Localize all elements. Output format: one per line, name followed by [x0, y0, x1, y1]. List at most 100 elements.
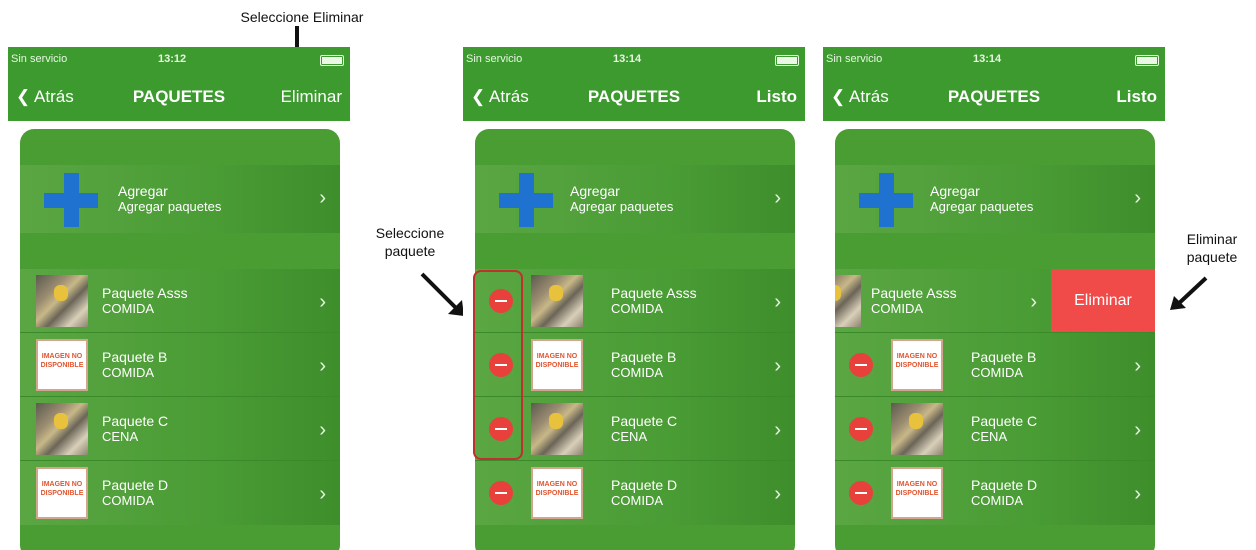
delete-minus-icon[interactable] [849, 353, 873, 377]
chevron-right-icon: › [1134, 483, 1141, 505]
package-type: COMIDA [611, 493, 663, 508]
carrier-label: Sin servicio [11, 53, 68, 65]
annotation-line: paquete [384, 243, 436, 259]
package-name: Paquete C [611, 413, 678, 429]
package-row[interactable]: Paquete C CENA › [835, 397, 1155, 461]
package-row-swiped[interactable]: Paquete Asss COMIDA › Eliminar [835, 269, 1155, 333]
food-photo-thumbnail [36, 403, 88, 455]
package-row[interactable]: IMAGEN NO DISPONIBLE Paquete B COMIDA › [475, 333, 795, 397]
package-text: Paquete B COMIDA [611, 349, 676, 381]
package-text: Paquete D COMIDA [971, 477, 1037, 509]
carrier-label: Sin servicio [466, 53, 523, 65]
package-text: Paquete C CENA [611, 413, 677, 445]
package-row[interactable]: Paquete Asss COMIDA › [20, 269, 340, 333]
add-row-title: Agregar [570, 183, 620, 199]
annotation-delete-package: Eliminar paquete [1168, 230, 1256, 266]
annotation-line: Seleccione [375, 225, 445, 241]
package-type: COMIDA [971, 365, 1023, 380]
package-row[interactable]: IMAGEN NO DISPONIBLE Paquete B COMIDA › [20, 333, 340, 397]
package-text: Paquete Asss COMIDA [102, 285, 188, 317]
no-image-thumbnail: IMAGEN NO DISPONIBLE [891, 467, 943, 519]
food-photo-thumbnail [835, 275, 861, 327]
arrow-left-diagonal-icon [1170, 276, 1208, 310]
package-name: Paquete D [611, 477, 678, 493]
chevron-right-icon: › [319, 355, 326, 377]
annotation-line: Eliminar [1186, 231, 1238, 247]
done-button[interactable]: Listo [756, 87, 797, 107]
delete-minus-icon[interactable] [849, 481, 873, 505]
chevron-right-icon: › [774, 483, 781, 505]
package-name: Paquete Asss [102, 285, 188, 301]
food-photo-thumbnail [531, 403, 583, 455]
battery-icon [775, 55, 799, 66]
add-package-row[interactable]: Agregar Agregar paquetes › [835, 165, 1155, 233]
annotation-line: paquete [1186, 249, 1238, 265]
package-row[interactable]: Paquete C CENA › [475, 397, 795, 461]
package-text: Paquete D COMIDA [102, 477, 168, 509]
plus-icon [499, 173, 553, 227]
page-title: PAQUETES [947, 87, 1041, 106]
clock-label: 13:12 [158, 53, 187, 65]
package-row[interactable]: Paquete Asss COMIDA › [475, 269, 795, 333]
package-type: COMIDA [102, 493, 154, 508]
screen-list: Sin servicio 13:12 ❮ Atrás PAQUETES Elim… [8, 47, 350, 550]
package-type: COMIDA [611, 301, 663, 316]
food-photo-thumbnail [891, 403, 943, 455]
done-button[interactable]: Listo [1116, 87, 1157, 107]
delete-minus-icon[interactable] [489, 481, 513, 505]
page-title: PAQUETES [587, 87, 681, 106]
food-photo-thumbnail [531, 275, 583, 327]
package-name: Paquete B [971, 349, 1037, 365]
add-row-subtitle: Agregar paquetes [570, 199, 674, 214]
package-name: Paquete B [611, 349, 677, 365]
status-bar: Sin servicio 13:14 [463, 47, 805, 75]
selection-highlight [473, 270, 523, 460]
carrier-label: Sin servicio [826, 53, 883, 65]
battery-icon [1135, 55, 1159, 66]
nav-bar: ❮ Atrás PAQUETES Eliminar [8, 75, 350, 121]
status-bar: Sin servicio 13:12 [8, 47, 350, 75]
chevron-right-icon: › [774, 419, 781, 441]
package-text: Paquete B COMIDA [102, 349, 167, 381]
package-text: Paquete Asss COMIDA [871, 285, 957, 317]
chevron-right-icon: › [774, 355, 781, 377]
package-name: Paquete D [971, 477, 1038, 493]
clock-label: 13:14 [973, 53, 1002, 65]
package-type: COMIDA [871, 301, 923, 316]
package-type: CENA [611, 429, 648, 444]
chevron-right-icon: › [319, 291, 326, 313]
delete-minus-icon[interactable] [849, 417, 873, 441]
package-text: Paquete C CENA [102, 413, 168, 445]
add-row-text: Agregar Agregar paquetes [930, 183, 1033, 215]
package-row[interactable]: IMAGEN NO DISPONIBLE Paquete D COMIDA › [475, 461, 795, 525]
package-row[interactable]: IMAGEN NO DISPONIBLE Paquete B COMIDA › [835, 333, 1155, 397]
package-name: Paquete Asss [871, 285, 957, 301]
package-type: COMIDA [102, 301, 154, 316]
package-row[interactable]: Paquete C CENA › [20, 397, 340, 461]
no-image-thumbnail: IMAGEN NO DISPONIBLE [36, 339, 88, 391]
no-image-thumbnail: IMAGEN NO DISPONIBLE [36, 467, 88, 519]
plus-icon [859, 173, 913, 227]
add-package-row[interactable]: Agregar Agregar paquetes › [475, 165, 795, 233]
add-package-row[interactable]: Agregar Agregar paquetes › [20, 165, 340, 233]
status-bar: Sin servicio 13:14 [823, 47, 1165, 75]
package-type: CENA [102, 429, 139, 444]
plus-icon [44, 173, 98, 227]
chevron-right-icon: › [319, 187, 326, 209]
chevron-right-icon: › [774, 291, 781, 313]
package-name: Paquete C [971, 413, 1038, 429]
chevron-right-icon: › [1030, 291, 1037, 313]
add-row-subtitle: Agregar paquetes [930, 199, 1034, 214]
package-text: Paquete D COMIDA [611, 477, 677, 509]
package-row[interactable]: IMAGEN NO DISPONIBLE Paquete D COMIDA › [835, 461, 1155, 525]
add-row-title: Agregar [930, 183, 980, 199]
package-row[interactable]: IMAGEN NO DISPONIBLE Paquete D COMIDA › [20, 461, 340, 525]
delete-button[interactable]: Eliminar [1051, 269, 1155, 333]
package-name: Paquete D [102, 477, 169, 493]
no-image-thumbnail: IMAGEN NO DISPONIBLE [891, 339, 943, 391]
clock-label: 13:14 [613, 53, 642, 65]
edit-delete-button[interactable]: Eliminar [281, 87, 342, 107]
add-row-title: Agregar [118, 183, 168, 199]
packages-panel: Agregar Agregar paquetes › Paquete Asss … [835, 129, 1155, 550]
no-image-thumbnail: IMAGEN NO DISPONIBLE [531, 467, 583, 519]
